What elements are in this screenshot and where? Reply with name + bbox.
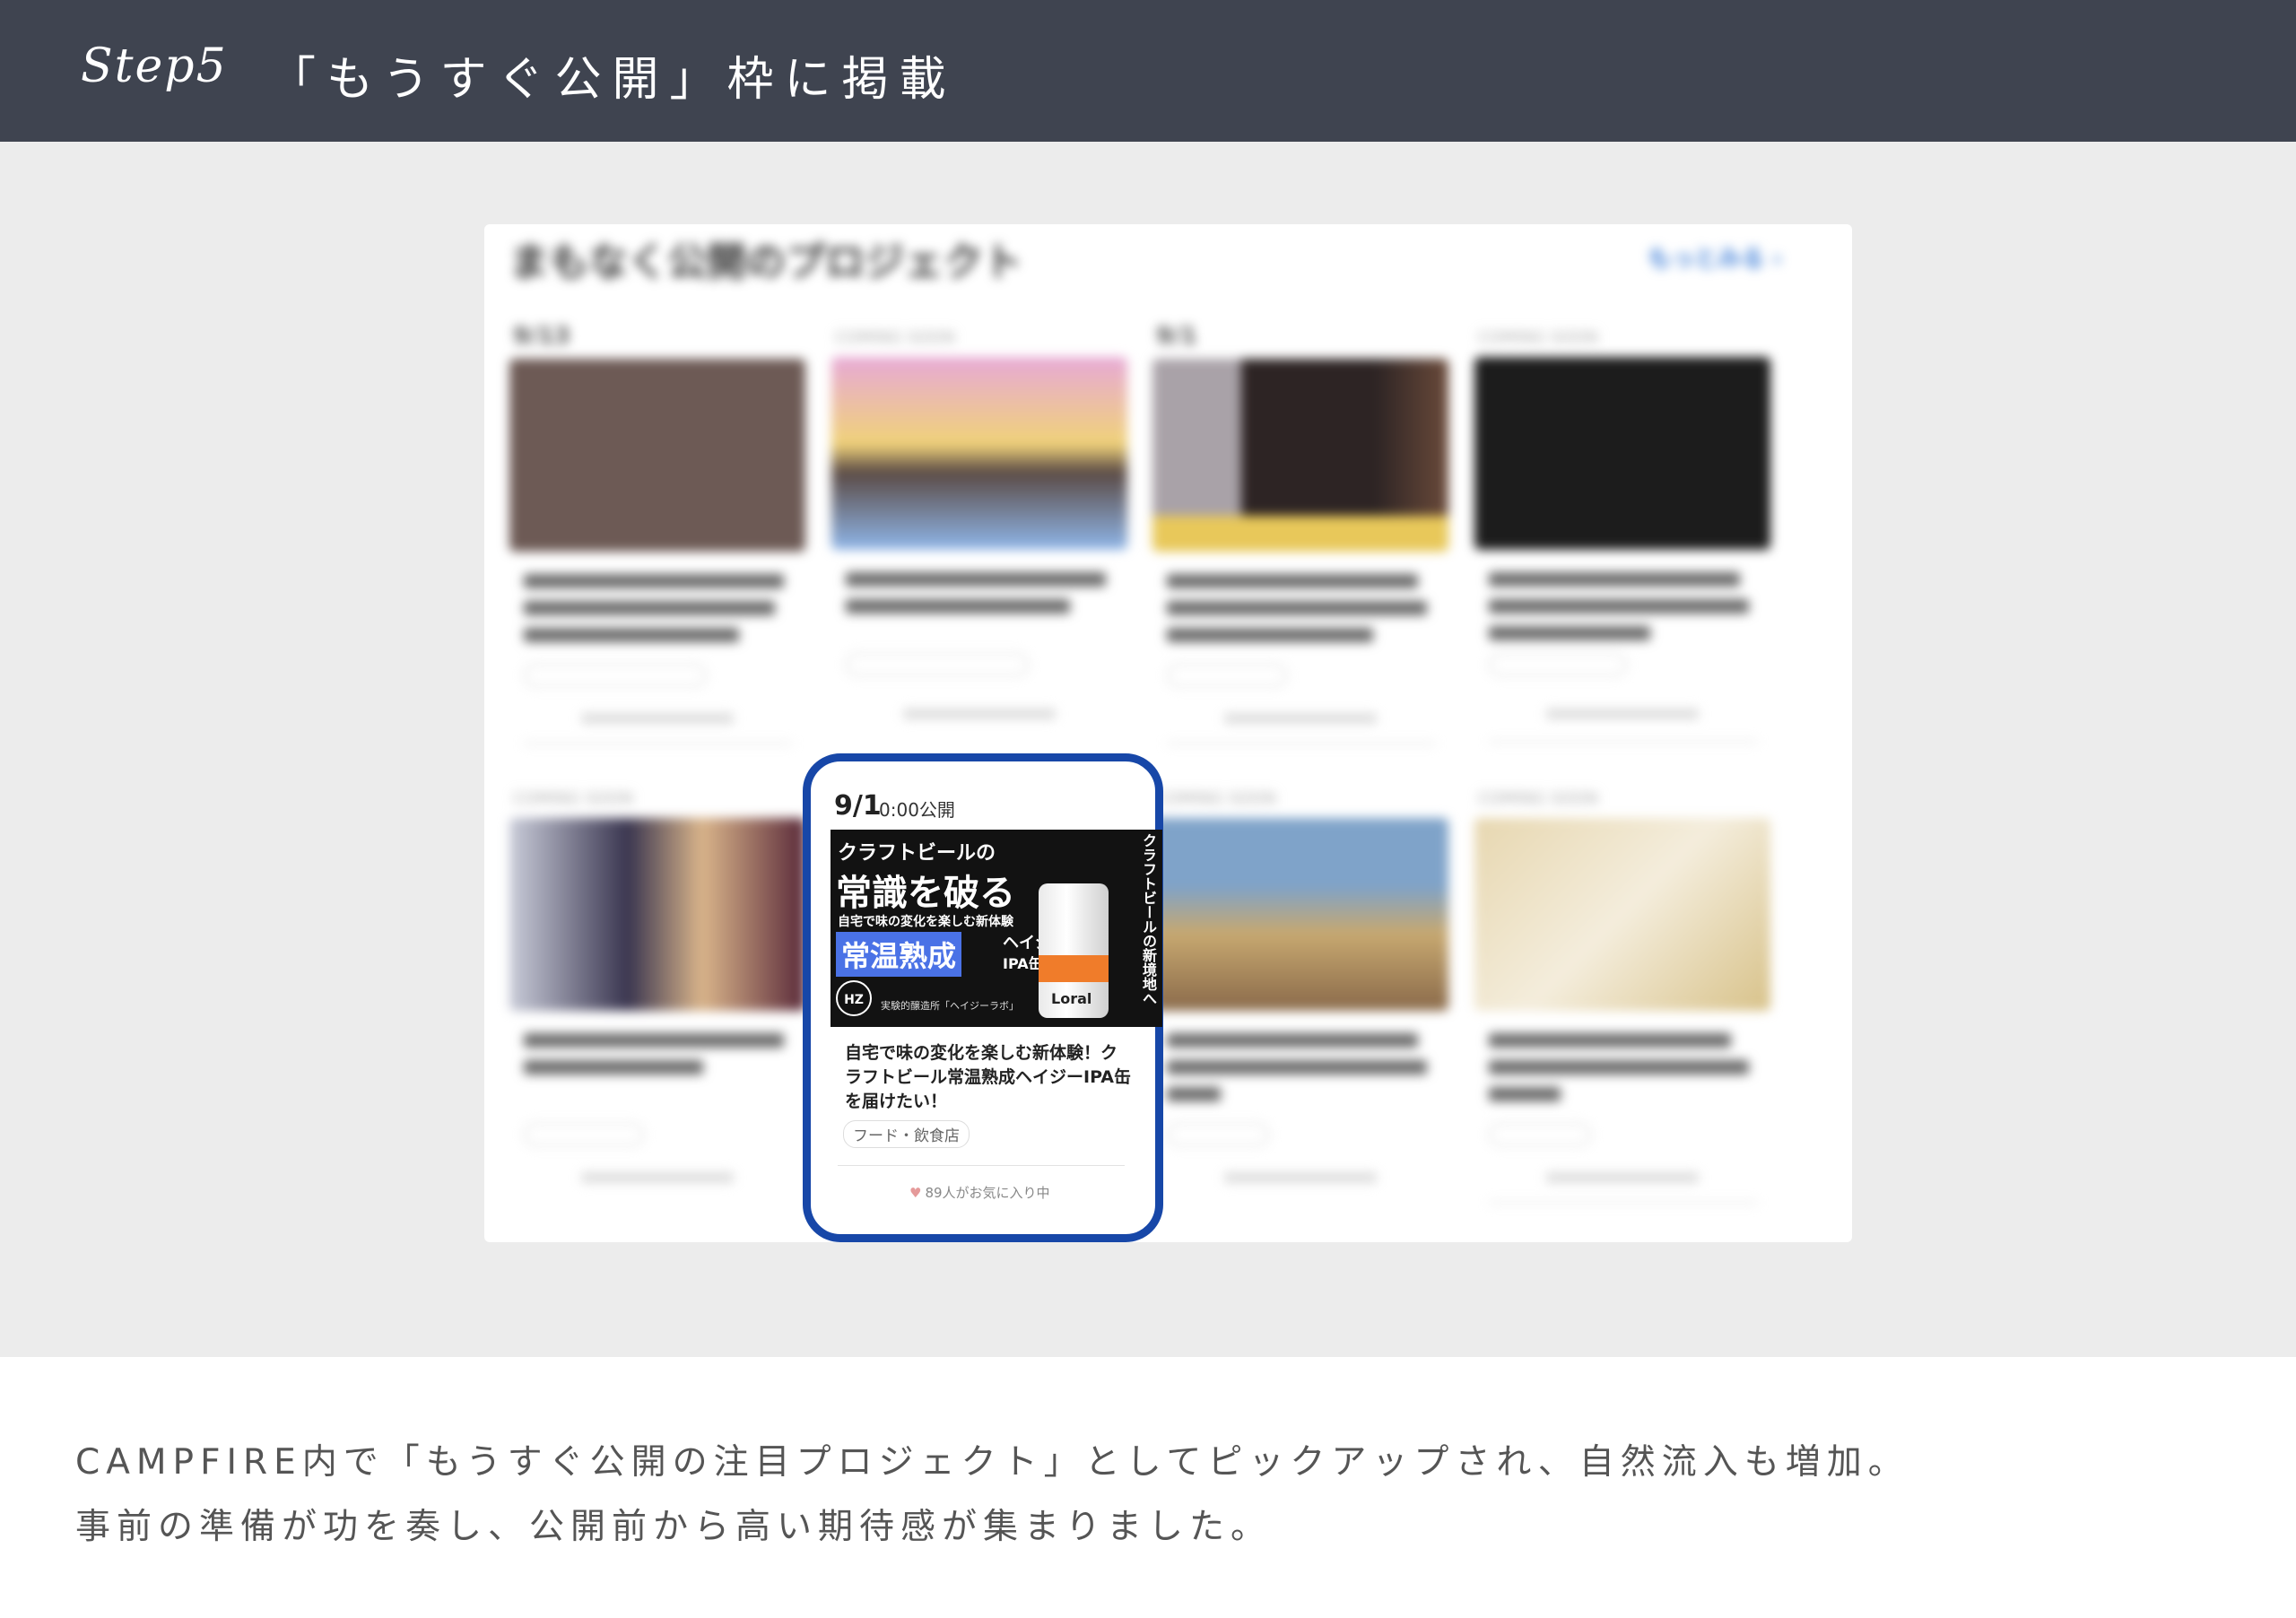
card-title-line (524, 1033, 784, 1048)
card-favorites (1224, 713, 1377, 724)
project-card[interactable]: COMING SOON (1474, 782, 1775, 1204)
card-tag (1167, 1123, 1269, 1146)
card-favorites (1546, 709, 1699, 719)
card-title-line (524, 1060, 703, 1074)
card-favorites (903, 709, 1056, 719)
thumb-brewery: 実験的醸造所「ヘイジーラボ」 (881, 1000, 1019, 1012)
card-title-line (524, 574, 784, 588)
card-thumbnail[interactable]: クラフトビールの 常識を破る 自宅で味の変化を楽しむ新体験 常温熟成 ヘイジー … (831, 830, 1162, 1027)
brand-logo-icon: HZ (836, 980, 872, 1016)
card-image (1152, 818, 1448, 1011)
card-date: 9/1 (1156, 323, 1197, 350)
card-title-line (1167, 628, 1373, 642)
card-divider (1489, 1202, 1758, 1204)
card-tag (524, 1123, 644, 1146)
card-title-line (1489, 626, 1650, 640)
card-tag (524, 664, 707, 687)
can-band (1039, 955, 1109, 982)
step-title: 「もうすぐ公開」枠に掲載 (269, 53, 957, 107)
card-date: COMING SOON (1156, 789, 1276, 808)
project-card[interactable]: 9/1 (1152, 323, 1453, 744)
card-image (1474, 357, 1770, 550)
favorites-count: ♥ 89人がお気に入り中 (909, 1183, 1050, 1202)
card-image (1474, 818, 1770, 1011)
beer-can-icon: Loral (1039, 883, 1109, 1018)
caption-line-2: 事前の準備が功を奏し、公開前から高い期待感が集まりました。 (75, 1507, 1273, 1547)
card-favorites (581, 713, 734, 724)
project-card[interactable]: COMING SOON (1152, 782, 1453, 1204)
thumb-subheadline: 自宅で味の変化を楽しむ新体験 (838, 915, 1013, 929)
card-date: 9/1 (834, 790, 882, 822)
card-title-line (846, 599, 1070, 613)
more-link[interactable]: もっとみる › (1648, 240, 1782, 274)
card-title-line (1167, 1033, 1418, 1048)
card-publish-time: 0:00公開 (879, 799, 955, 821)
favorites-text: 89人がお気に入り中 (925, 1185, 1050, 1201)
card-title-line (1167, 574, 1418, 588)
caption: CAMPFIRE内で「もうすぐ公開の注目プロジェクト」としてピックアップされ、自… (75, 1431, 2228, 1560)
thumb-sub-2: IPA缶 (1003, 955, 1043, 972)
highlighted-project-card[interactable]: 9/1 0:00公開 クラフトビールの 常識を破る 自宅で味の変化を楽しむ新体験… (803, 753, 1163, 1242)
card-title-line (1489, 1087, 1561, 1101)
thumb-headline-1: クラフトビールの (838, 842, 996, 865)
card-tag (1167, 664, 1287, 687)
card-divider (1167, 743, 1436, 744)
card-favorites (1546, 1172, 1699, 1183)
thumb-badge: 常温熟成 (836, 932, 962, 977)
card-title-line (1167, 1087, 1221, 1101)
card-image (509, 359, 805, 552)
card-divider (838, 1165, 1125, 1166)
card-title-line (1167, 601, 1427, 615)
project-card[interactable]: COMING SOON (1474, 321, 1775, 743)
project-card[interactable]: COMING SOON (831, 321, 1132, 743)
project-card[interactable]: 9/13 (509, 323, 810, 744)
heart-icon: ♥ (909, 1185, 922, 1201)
blurred-content: まもなく公開のプロジェクト もっとみる › 9/13 COMING SOON 9… (484, 224, 1852, 1242)
category-tag[interactable]: フード・飲食店 (843, 1120, 970, 1148)
card-divider (524, 743, 793, 744)
card-title-line (524, 601, 775, 615)
card-title[interactable]: 自宅で味の変化を楽しむ新体験！クラフトビール常温熟成ヘイジーIPA缶を届けたい！ (845, 1041, 1132, 1114)
card-date: COMING SOON (513, 789, 633, 808)
thumb-vertical-text: クラフトビールの新境地へ (1140, 833, 1157, 1005)
card-divider (1489, 741, 1758, 743)
step-label: Step5 (81, 39, 228, 93)
card-date: COMING SOON (1478, 789, 1598, 808)
card-favorites (1224, 1172, 1377, 1183)
card-tag (846, 653, 1029, 676)
card-title-line (1489, 1060, 1749, 1074)
header-bar: Step5 「もうすぐ公開」枠に掲載 (0, 0, 2296, 142)
can-label: Loral (1051, 990, 1092, 1007)
card-image (831, 357, 1127, 550)
card-tag (1489, 653, 1627, 676)
card-title-line (1489, 1033, 1731, 1048)
card-title-line (1489, 572, 1740, 587)
card-title-line (846, 572, 1106, 587)
card-image (509, 818, 805, 1011)
card-date: COMING SOON (1478, 328, 1598, 347)
campfire-screenshot: まもなく公開のプロジェクト もっとみる › 9/13 COMING SOON 9… (484, 224, 1852, 1242)
section-title: まもなく公開のプロジェクト (509, 239, 1022, 285)
card-title-line (1167, 1060, 1427, 1074)
card-title-line (524, 628, 739, 642)
card-image (1152, 359, 1448, 552)
card-tag (1489, 1123, 1591, 1146)
card-date: COMING SOON (835, 328, 955, 347)
caption-line-1: CAMPFIRE内で「もうすぐ公開の注目プロジェクト」としてピックアップされ、自… (75, 1442, 1909, 1483)
project-card[interactable]: COMING SOON (509, 782, 810, 1204)
card-favorites (581, 1172, 734, 1183)
thumb-headline-2: 常識を破る (836, 873, 1015, 914)
card-title-line (1489, 599, 1749, 613)
card-date: 9/13 (513, 323, 570, 350)
